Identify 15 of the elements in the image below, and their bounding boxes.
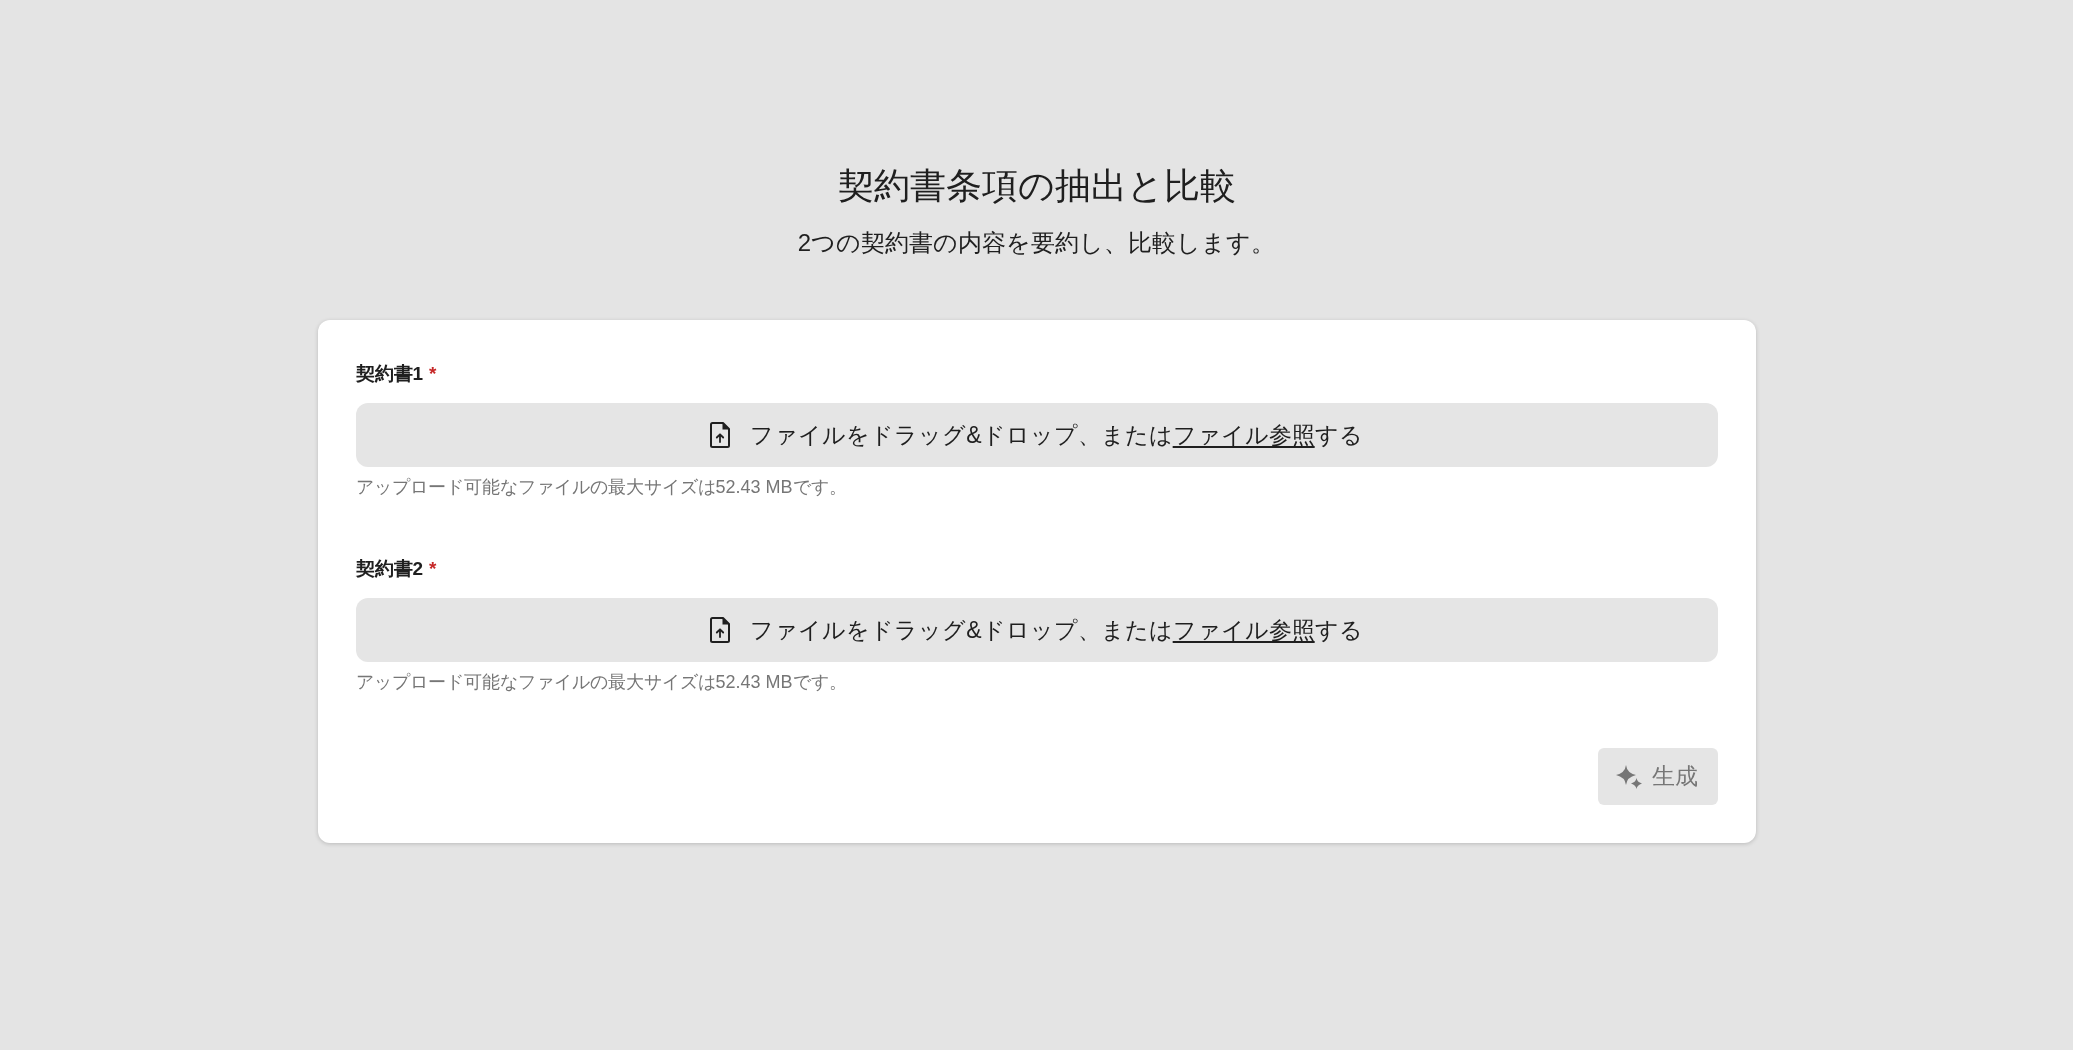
file-size-hint: アップロード可能なファイルの最大サイズは52.43 MBです。 <box>355 671 848 694</box>
file-upload-icon <box>710 617 731 643</box>
browse-file-link[interactable]: ファイル参照 <box>1172 419 1315 451</box>
required-mark: * <box>429 362 437 386</box>
file-size-hint: アップロード可能なファイルの最大サイズは52.43 MBです。 <box>355 476 848 499</box>
sparkle-icon <box>1615 764 1642 789</box>
file-drop-zone[interactable]: ファイルをドラッグ&ドロップ、または ファイル参照する <box>355 403 1718 467</box>
file-upload-icon <box>710 422 731 448</box>
field-label: 契約書2 <box>355 557 424 581</box>
page-subtitle: 2つの契約書の内容を要約し、比較します。 <box>797 228 1276 258</box>
browse-file-link[interactable]: ファイル参照 <box>1172 614 1315 646</box>
required-mark: * <box>429 557 437 581</box>
field-label: 契約書1 <box>355 362 424 386</box>
page-title: 契約書条項の抽出と比較 <box>837 164 1236 208</box>
file-drop-zone[interactable]: ファイルをドラッグ&ドロップ、または ファイル参照する <box>355 598 1718 662</box>
